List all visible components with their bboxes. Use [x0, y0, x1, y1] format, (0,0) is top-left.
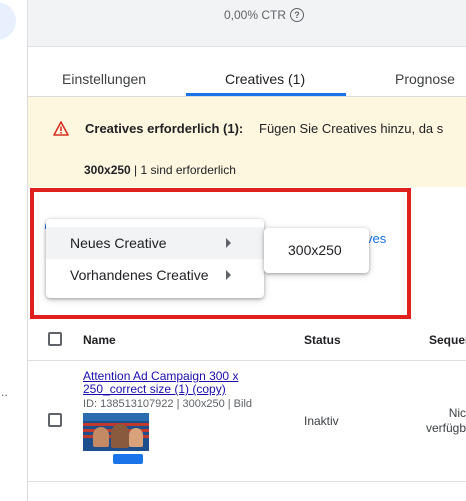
- required-size: 300x250 | 1 sind erforderlich: [84, 163, 236, 177]
- availability-line-2: verfügba: [426, 421, 466, 435]
- stats-bar: 0,00% CTR ?: [28, 0, 466, 47]
- ctr-stat: 0,00% CTR ?: [224, 8, 305, 22]
- help-circle-icon[interactable]: ?: [290, 8, 305, 22]
- active-tab-indicator: [186, 93, 346, 96]
- availability-line-1: Nich: [448, 406, 466, 420]
- select-all-checkbox[interactable]: [48, 332, 62, 346]
- creative-thumbnail[interactable]: [83, 413, 149, 467]
- creative-meta: ID: 138513107922 | 300x250 | Bild: [83, 398, 253, 410]
- left-panel: ..: [0, 0, 28, 501]
- column-header-status[interactable]: Status: [304, 333, 341, 347]
- table-header: Name Status Sequer: [28, 318, 466, 361]
- warning-title: Creatives erforderlich (1):: [85, 121, 244, 136]
- required-size-value: 300x250: [84, 163, 131, 177]
- tab-einstellungen[interactable]: Einstellungen: [62, 71, 146, 87]
- table-row: Attention Ad Campaign 300 x 250_correct …: [28, 361, 466, 482]
- ctr-value: 0,00% CTR: [224, 8, 287, 22]
- warning-banner: Creatives erforderlich (1): Fügen Sie Cr…: [28, 97, 466, 187]
- more-dots[interactable]: ..: [1, 386, 8, 398]
- warning-text: Fügen Sie Creatives hinzu, da s: [259, 121, 444, 136]
- left-avatar-circle[interactable]: [0, 2, 16, 40]
- creative-name-link[interactable]: Attention Ad Campaign 300 x 250_correct …: [83, 370, 263, 396]
- size-separator: |: [130, 163, 141, 177]
- column-header-sequence[interactable]: Sequer: [429, 333, 466, 347]
- creative-status: Inaktiv: [304, 414, 339, 428]
- column-header-name[interactable]: Name: [83, 333, 116, 347]
- tab-prognose[interactable]: Prognose: [395, 71, 455, 87]
- warning-triangle-icon: [53, 121, 69, 136]
- required-size-note: 1 sind erforderlich: [140, 163, 236, 177]
- availability: Nich verfügba: [426, 406, 466, 436]
- highlight-box: [30, 188, 411, 319]
- row-checkbox[interactable]: [48, 413, 62, 427]
- tab-creatives[interactable]: Creatives (1): [225, 71, 305, 87]
- tab-bar: Einstellungen Creatives (1) Prognose: [28, 62, 466, 97]
